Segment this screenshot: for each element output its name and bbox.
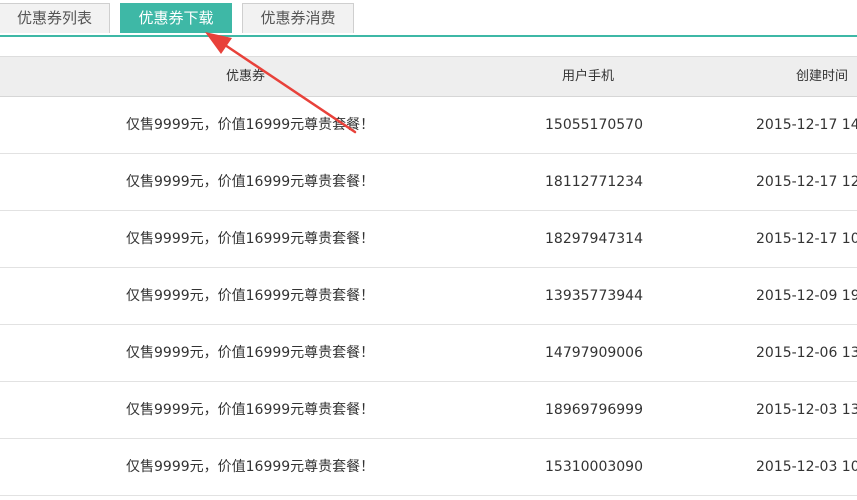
table-row: 仅售9999元，价值16999元尊贵套餐！ 13935773944 2015-1… [0,268,857,325]
tab-bar: 优惠券列表 优惠券下载 优惠券消费 [0,0,857,37]
table-row: 仅售9999元，价值16999元尊贵套餐！ 18297947314 2015-1… [0,211,857,268]
coupon-download-table: 优惠券 用户手机 创建时间 仅售9999元，价值16999元尊贵套餐！ 1505… [0,56,857,496]
table-row: 仅售9999元，价值16999元尊贵套餐！ 14797909006 2015-1… [0,325,857,382]
cell-phone: 18969796999 [545,402,643,418]
cell-created-time: 2015-12-03 10: [756,459,857,475]
cell-coupon: 仅售9999元，价值16999元尊贵套餐！ [126,231,375,247]
cell-coupon: 仅售9999元，价值16999元尊贵套餐！ [126,402,375,418]
table-row: 仅售9999元，价值16999元尊贵套餐！ 18112771234 2015-1… [0,154,857,211]
tab-coupon-list[interactable]: 优惠券列表 [0,3,110,33]
cell-created-time: 2015-12-06 13: [756,345,857,361]
cell-created-time: 2015-12-17 12: [756,174,857,190]
cell-coupon: 仅售9999元，价值16999元尊贵套餐！ [126,459,375,475]
cell-coupon: 仅售9999元，价值16999元尊贵套餐！ [126,345,375,361]
tab-coupon-download[interactable]: 优惠券下载 [120,3,232,33]
coupon-download-page: 优惠券列表 优惠券下载 优惠券消费 优惠券 用户手机 创建时间 仅售9999元，… [0,0,857,500]
header-user-phone: 用户手机 [562,69,615,84]
header-created-time: 创建时间 [796,69,849,84]
cell-created-time: 2015-12-17 10: [756,231,857,247]
cell-created-time: 2015-12-17 14: [756,117,857,133]
table-header: 优惠券 用户手机 创建时间 [0,56,857,97]
cell-phone: 18112771234 [545,174,643,190]
cell-coupon: 仅售9999元，价值16999元尊贵套餐！ [126,117,375,133]
cell-created-time: 2015-12-03 13: [756,402,857,418]
cell-created-time: 2015-12-09 19: [756,288,857,304]
header-coupon: 优惠券 [226,69,266,84]
table-row: 仅售9999元，价值16999元尊贵套餐！ 15055170570 2015-1… [0,97,857,154]
cell-phone: 14797909006 [545,345,643,361]
tab-coupon-consumption[interactable]: 优惠券消费 [242,3,354,33]
table-row: 仅售9999元，价值16999元尊贵套餐！ 15310003090 2015-1… [0,439,857,496]
cell-phone: 15310003090 [545,459,643,475]
cell-phone: 13935773944 [545,288,643,304]
cell-coupon: 仅售9999元，价值16999元尊贵套餐！ [126,174,375,190]
cell-coupon: 仅售9999元，价值16999元尊贵套餐！ [126,288,375,304]
cell-phone: 15055170570 [545,117,643,133]
cell-phone: 18297947314 [545,231,643,247]
table-row: 仅售9999元，价值16999元尊贵套餐！ 18969796999 2015-1… [0,382,857,439]
